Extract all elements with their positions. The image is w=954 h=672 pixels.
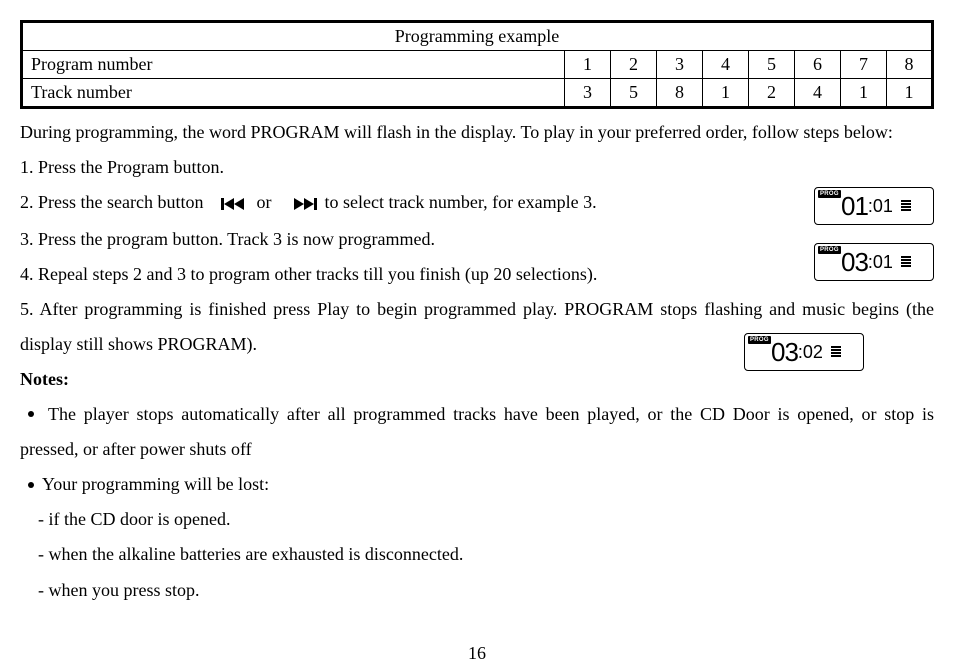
lcd-small: :02 [798,342,823,363]
table-title: Programming example [22,22,933,51]
table-cell: 5 [749,51,795,79]
content-body: During programming, the word PROGRAM wil… [20,115,934,608]
page-number: 16 [0,643,954,664]
note-2-text: Your programming will be lost: [42,474,269,494]
lcd-small: :01 [868,252,893,273]
note-2a: - if the CD door is opened. [20,502,934,537]
step-4: 4. Repeal steps 2 and 3 to program other… [20,257,934,292]
row1-label: Program number [22,51,565,79]
prog-badge: PROG [748,336,771,344]
table-cell: 3 [657,51,703,79]
list-icon [901,200,911,212]
table-cell: 3 [565,79,611,108]
intro-text: During programming, the word PROGRAM wil… [20,115,934,150]
table-cell: 8 [887,51,933,79]
list-icon [831,346,841,358]
table-cell: 5 [611,79,657,108]
table-cell: 7 [841,51,887,79]
note-2c: - when you press stop. [20,573,934,608]
table-cell: 6 [795,51,841,79]
lcd-big: 03 [771,337,798,368]
step-1: 1. Press the Program button. [20,150,934,185]
table-cell: 1 [887,79,933,108]
table-cell: 8 [657,79,703,108]
note-1-text: The player stops automatically after all… [20,404,934,459]
lcd-small: :01 [868,196,893,217]
table-cell: 2 [611,51,657,79]
bullet-icon [28,482,34,488]
table-cell: 4 [795,79,841,108]
prog-badge: PROG [818,190,841,198]
table-cell: 2 [749,79,795,108]
skip-forward-icon [294,187,320,222]
table-cell: 1 [841,79,887,108]
lcd-display-1: PROG 01:01 [814,187,934,225]
step-2b: or [256,192,271,212]
table-cell: 1 [703,79,749,108]
table-cell: 1 [565,51,611,79]
skip-back-icon [221,187,247,222]
bullet-icon [28,411,34,417]
note-2b: - when the alkaline batteries are exhaus… [20,537,934,572]
row2-label: Track number [22,79,565,108]
table-cell: 4 [703,51,749,79]
step-2a: 2. Press the search button [20,192,203,212]
step-2: 2. Press the search button or to select … [20,185,934,221]
lcd-big: 03 [841,247,868,278]
step-3: 3. Press the program button. Track 3 is … [20,222,934,257]
prog-badge: PROG [818,246,841,254]
note-2: Your programming will be lost: [20,467,934,502]
list-icon [901,256,911,268]
step-2c: to select track number, for example 3. [324,192,596,212]
lcd-display-3: PROG 03:02 [744,333,864,371]
lcd-big: 01 [841,191,868,222]
programming-example-table: Programming example Program number 1 2 3… [20,20,934,109]
lcd-display-2: PROG 03:01 [814,243,934,281]
note-1: The player stops automatically after all… [20,397,934,467]
